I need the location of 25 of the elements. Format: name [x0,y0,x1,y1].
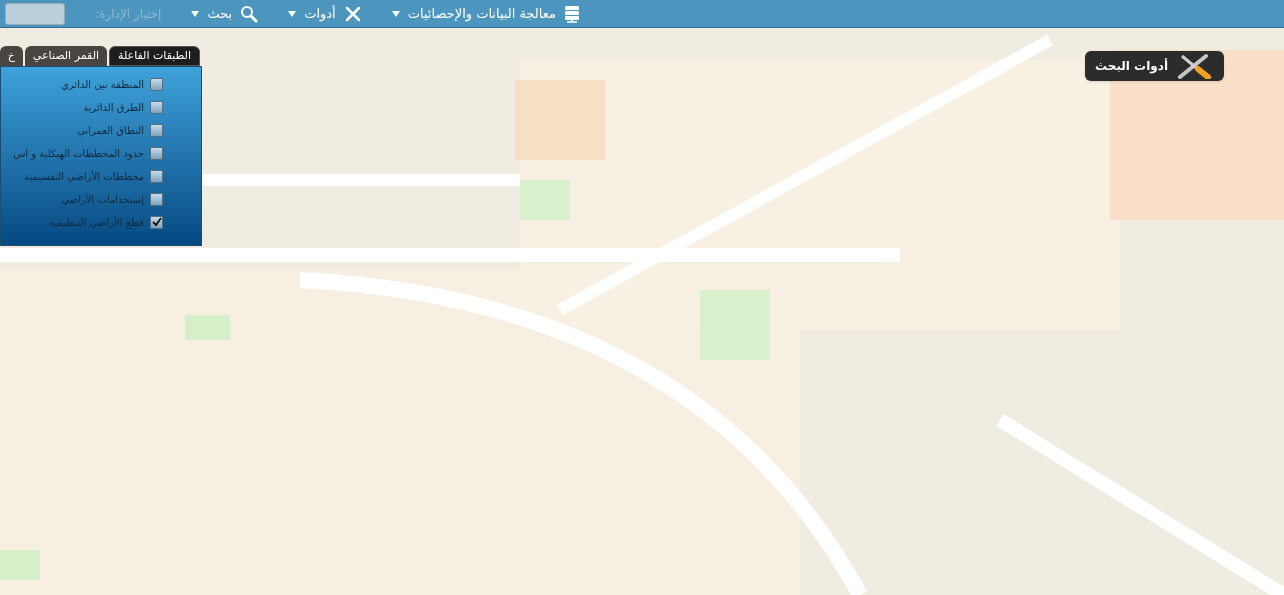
layer-label: حدود المخططات الهيكلية و اس [13,146,144,161]
panel-tab[interactable]: خ [0,46,23,66]
layer-label: قطع الأراضي التنظيمية [49,215,144,230]
layer-label: مخططات الأراضي التقسيمية [24,169,144,184]
layer-checkbox[interactable] [150,215,163,229]
layer-checkbox[interactable] [150,100,163,114]
layer-checkbox[interactable] [150,146,163,160]
caret-icon [191,10,200,17]
panel-tab[interactable]: الطبقات الفاعلة [109,46,200,66]
check-icon [151,217,162,227]
layer-checkbox[interactable] [150,169,163,183]
layer-label: المنطقة بين الدائري [61,77,144,92]
server-icon [564,4,580,23]
caret-icon [288,10,297,17]
search-tools-button[interactable]: أدوات البحث [1085,51,1224,81]
layer-label: الطرق الدائرية [83,100,144,115]
caret-icon [391,10,400,17]
layer-checkbox[interactable] [150,77,163,91]
layer-label: النطاق العمراني [77,123,144,138]
panel-tab[interactable]: القمر الصناعي [24,46,108,66]
layer-checkbox[interactable] [150,192,163,206]
layer-label: إستخدامات الأراضي [61,192,144,207]
search-icon [240,4,259,23]
layer-checkbox[interactable] [150,123,163,137]
department-label: إختيار الإدارة: [95,5,162,23]
